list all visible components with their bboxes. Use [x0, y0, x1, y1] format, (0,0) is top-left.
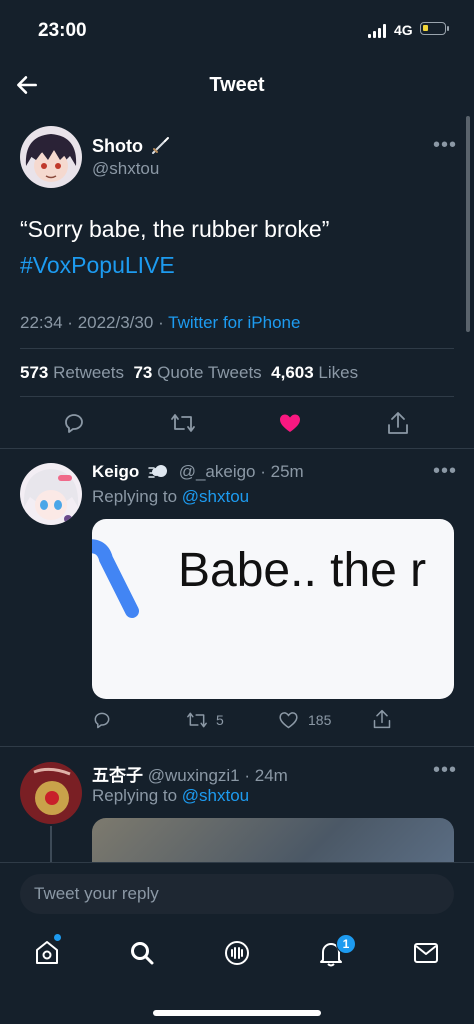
- scrollbar[interactable]: [466, 116, 470, 332]
- thread-line: [50, 826, 52, 862]
- messages-envelope-icon[interactable]: [413, 942, 439, 964]
- hashtag-link[interactable]: #VoxPopuLIVE: [20, 252, 175, 279]
- share-icon[interactable]: [372, 708, 392, 730]
- tweet-meta: 22:34 · 2022/3/30 · Twitter for iPhone: [20, 313, 301, 332]
- more-options-icon[interactable]: •••: [433, 460, 457, 483]
- sword-icon: [152, 137, 169, 154]
- divider: [20, 396, 454, 397]
- more-options-icon[interactable]: •••: [433, 134, 457, 157]
- tweet-source-link[interactable]: Twitter for iPhone: [168, 313, 300, 332]
- battery-icon: [420, 22, 449, 35]
- tweet-text: “Sorry babe, the rubber broke”: [20, 216, 330, 242]
- reply-header: 五杏子 @wuxingzi1 · 24m: [92, 766, 288, 785]
- home-notification-dot: [54, 934, 61, 941]
- author-name[interactable]: Shoto: [92, 136, 143, 157]
- search-icon[interactable]: [129, 940, 155, 966]
- replying-to: Replying to @shxtou: [92, 786, 250, 805]
- like-icon-filled[interactable]: [278, 411, 302, 435]
- network-label: 4G: [394, 22, 413, 38]
- replying-to-link[interactable]: @shxtou: [182, 786, 249, 805]
- reply-icon[interactable]: [92, 710, 112, 730]
- dash-cloud-icon: [148, 465, 167, 478]
- tweet-time: 22:34: [20, 313, 63, 332]
- wrench-icon: [92, 539, 139, 618]
- tweet-date: 2022/3/30: [77, 313, 154, 332]
- more-options-icon[interactable]: •••: [433, 759, 457, 782]
- reply-author-name[interactable]: 五杏子: [92, 766, 143, 785]
- spaces-icon[interactable]: [223, 939, 251, 967]
- quote-tweets-stat[interactable]: 73 Quote Tweets: [133, 363, 261, 382]
- likes-stat[interactable]: 4,603 Likes: [271, 363, 358, 382]
- reply-placeholder: Tweet your reply: [34, 884, 159, 903]
- reply-author-handle[interactable]: @_akeigo: [179, 462, 256, 481]
- like-icon[interactable]: [278, 710, 299, 730]
- reply-age: 24m: [254, 766, 288, 785]
- top-nav: Tweet: [0, 62, 474, 108]
- reply-age: 25m: [270, 462, 304, 481]
- reply-composer[interactable]: Tweet your reply: [20, 874, 454, 914]
- reply-avatar[interactable]: [20, 762, 82, 824]
- status-bar: 23:00 4G: [0, 0, 474, 60]
- retweets-stat[interactable]: 573 Retweets: [20, 363, 124, 382]
- notifications-badge: 1: [336, 934, 356, 954]
- replying-to-link[interactable]: @shxtou: [182, 487, 249, 506]
- reply-author-name[interactable]: Keigo: [92, 462, 139, 481]
- share-icon[interactable]: [386, 410, 410, 436]
- reply-retweet-count: 5: [216, 712, 224, 728]
- home-icon[interactable]: [34, 938, 60, 966]
- signal-icon: [368, 24, 388, 38]
- replying-to: Replying to @shxtou: [92, 487, 250, 506]
- reply-image[interactable]: Babe.. the r: [92, 519, 454, 699]
- status-time: 23:00: [38, 20, 87, 41]
- divider: [0, 448, 474, 449]
- tweet-stats: 573 Retweets 73 Quote Tweets 4,603 Likes: [20, 363, 358, 383]
- reply-icon[interactable]: [62, 411, 86, 435]
- divider: [20, 348, 454, 349]
- page-title: Tweet: [209, 74, 265, 96]
- divider: [0, 746, 474, 747]
- reply-author-handle[interactable]: @wuxingzi1: [148, 766, 240, 785]
- author-handle[interactable]: @shxtou: [92, 159, 159, 179]
- image-text: Babe.. the r: [178, 544, 427, 597]
- author-avatar[interactable]: [20, 126, 82, 188]
- home-indicator: [153, 1010, 321, 1016]
- reply-like-count: 185: [308, 712, 332, 728]
- retweet-icon[interactable]: [186, 710, 208, 730]
- retweet-icon[interactable]: [170, 411, 196, 435]
- reply-header: Keigo @_akeigo · 25m: [92, 462, 304, 481]
- reply-avatar[interactable]: [20, 463, 82, 525]
